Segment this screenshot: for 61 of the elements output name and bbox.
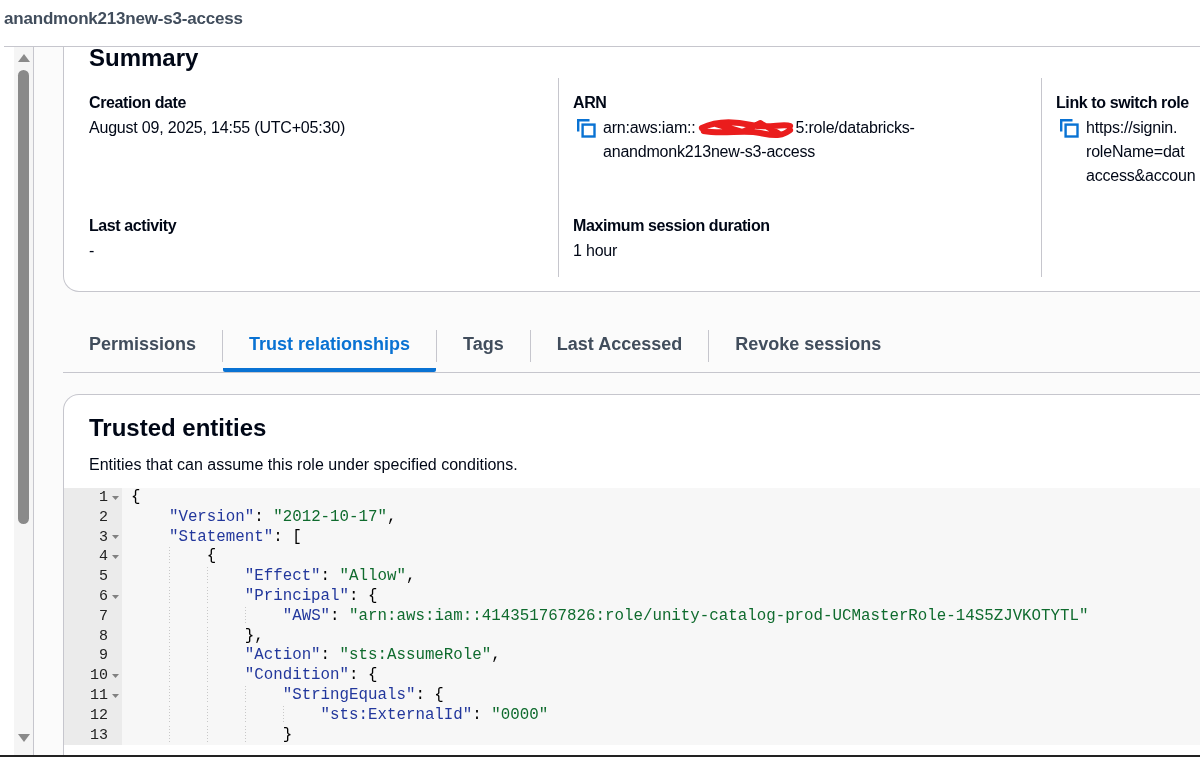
tab[interactable]: Revoke sessions xyxy=(709,320,908,372)
code-editor[interactable] xyxy=(64,488,1200,746)
tab[interactable]: Last Accessed xyxy=(530,320,709,372)
field-value: https://signin. roleName=dat access&accoun xyxy=(1086,118,1196,186)
line-number: 9 xyxy=(99,646,108,667)
code-line: } xyxy=(282,725,293,744)
tab[interactable]: Permissions xyxy=(63,320,223,372)
field-value: 1 hour xyxy=(573,241,618,261)
line-number: 10 xyxy=(90,666,108,686)
section-description: Entities that can assume this role under specified conditions. xyxy=(89,455,518,475)
field-value: arn:aws:iam:: xyxy=(603,118,696,138)
scrollbar[interactable] xyxy=(14,47,34,755)
scroll-up-arrow-icon[interactable] xyxy=(17,54,30,62)
code-line: "StringEquals": { xyxy=(282,685,444,704)
code-line: "Effect": "Allow", xyxy=(244,567,416,586)
redaction-scribble-icon xyxy=(697,117,794,139)
line-number: 6 xyxy=(99,587,108,607)
line-number: 3 xyxy=(99,527,108,548)
line-number: 13 xyxy=(90,725,108,746)
field-value: August 09, 2025, 14:55 (UTC+05:30) xyxy=(89,118,346,138)
line-number: 5 xyxy=(99,567,108,587)
fold-caret-icon[interactable] xyxy=(111,555,119,560)
code-line: "Principal": { xyxy=(244,587,378,605)
code-line: "Action": "sts:AssumeRole", xyxy=(244,646,501,665)
fold-caret-icon[interactable] xyxy=(111,535,119,540)
scroll-down-arrow-icon[interactable] xyxy=(17,734,30,742)
code-line: "sts:ExternalId": "0000" xyxy=(320,705,549,724)
fold-caret-icon[interactable] xyxy=(111,693,119,698)
line-number: 2 xyxy=(99,507,108,528)
field-value: - xyxy=(89,241,95,261)
fold-caret-icon[interactable] xyxy=(111,495,119,500)
field-label: Creation date xyxy=(89,93,187,113)
tab[interactable]: Tags xyxy=(437,320,530,372)
code-line: "Condition": { xyxy=(244,666,378,685)
code-line: { xyxy=(206,547,217,566)
field-label: Maximum session duration xyxy=(573,216,770,236)
field-label: ARN xyxy=(573,93,607,113)
field-label: Link to switch role xyxy=(1056,93,1189,113)
field-value: anandmonk213new-s3-access xyxy=(603,142,816,162)
copy-icon[interactable] xyxy=(576,118,596,138)
code-line: { xyxy=(131,488,141,506)
code-line: "Version": "2012-10-17", xyxy=(168,507,397,526)
code-line: "Statement": [ xyxy=(168,527,302,546)
section-heading: Summary xyxy=(89,47,199,69)
fold-caret-icon[interactable] xyxy=(111,674,119,679)
scrollbar-thumb[interactable] xyxy=(18,70,29,524)
copy-icon[interactable] xyxy=(1059,118,1079,138)
field-label: Last activity xyxy=(89,216,177,236)
code-line: "AWS": "arn:aws:iam::414351767826:role/unity-catalog-prod-UCMasterRole-14S5ZJVKOTYTL" xyxy=(282,606,1089,625)
line-number: 4 xyxy=(99,547,108,568)
field-value: 5:role/databricks- xyxy=(795,118,915,138)
tab[interactable]: Trust relationships xyxy=(223,320,437,372)
section-heading: Trusted entities xyxy=(89,413,267,443)
line-number: 8 xyxy=(99,626,108,647)
line-number: 7 xyxy=(99,606,108,627)
page-title: anandmonk213new-s3-access xyxy=(4,9,243,28)
line-number: 1 xyxy=(99,488,108,508)
fold-caret-icon[interactable] xyxy=(111,594,119,599)
line-number: 11 xyxy=(90,685,108,706)
code-line: }, xyxy=(244,626,264,645)
line-number: 12 xyxy=(90,705,108,726)
